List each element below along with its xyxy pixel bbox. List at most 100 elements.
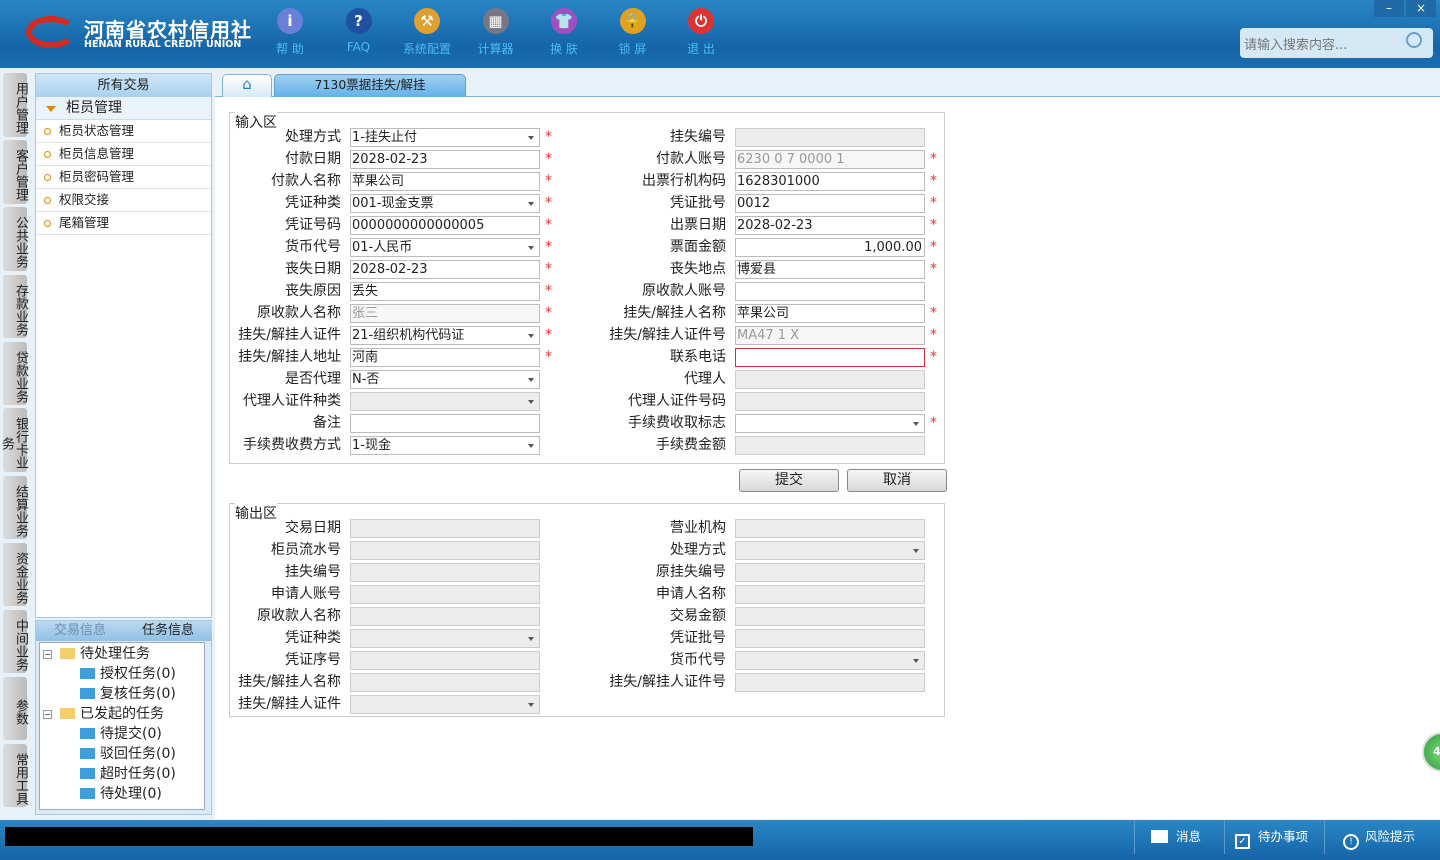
submit-button[interactable]: 提交 — [739, 469, 839, 492]
input-2-1[interactable]: 1628301000 — [735, 172, 925, 191]
side-tab[interactable]: 用户管理 — [3, 73, 28, 137]
input-1-0[interactable]: 2028-02-23 — [350, 150, 540, 169]
search-icon[interactable] — [1406, 32, 1422, 48]
side-tab[interactable]: 公共业务 — [3, 207, 28, 271]
input-7-0[interactable] — [350, 673, 540, 692]
input-7-1[interactable] — [735, 282, 925, 301]
close-button[interactable]: × — [1406, 0, 1436, 17]
input-4-1[interactable] — [735, 607, 925, 626]
input-4-0[interactable] — [350, 607, 540, 626]
select-5-0[interactable] — [350, 629, 540, 648]
messages-button[interactable]: 消息 — [1134, 820, 1224, 854]
tree-node[interactable]: 待提交(0) — [80, 724, 162, 744]
tree-node[interactable]: 复核任务(0) — [80, 684, 176, 704]
menu-item[interactable]: 尾箱管理 — [36, 212, 211, 235]
close-tab-icon[interactable]: × — [441, 75, 451, 95]
chevron-down-icon[interactable] — [528, 703, 534, 710]
tree-node-group[interactable]: − 已发起的任务 — [43, 704, 164, 724]
input-3-0[interactable] — [350, 585, 540, 604]
input-1-1[interactable]: 6230 0 7 0000 1 — [735, 150, 925, 169]
select-13-1[interactable] — [735, 414, 925, 433]
input-4-0[interactable]: 0000000000000005 — [350, 216, 540, 235]
side-tab[interactable]: 客户管理 — [3, 140, 28, 204]
tab-transaction-info[interactable]: 交易信息 — [36, 621, 124, 641]
input-2-1[interactable] — [735, 563, 925, 582]
input-7-0[interactable]: 丢失 — [350, 282, 540, 301]
input-11-1[interactable] — [735, 370, 925, 389]
select-14-0[interactable]: 1-现金 — [350, 436, 540, 455]
chevron-down-icon[interactable] — [528, 334, 534, 341]
input-14-1[interactable] — [735, 436, 925, 455]
input-2-0[interactable]: 苹果公司 — [350, 172, 540, 191]
input-4-1[interactable]: 2028-02-23 — [735, 216, 925, 235]
minimize-button[interactable]: – — [1374, 0, 1404, 17]
select-8-0[interactable] — [350, 695, 540, 714]
menu-group-teller[interactable]: 柜员管理 — [36, 97, 211, 120]
toolbar-question-button[interactable]: ? FAQ — [329, 8, 389, 54]
input-0-0[interactable] — [350, 519, 540, 538]
side-tab[interactable]: 银行卡业务 — [0, 408, 28, 472]
chevron-down-icon[interactable] — [913, 422, 919, 429]
input-6-1[interactable]: 博爱县 — [735, 260, 925, 279]
toolbar-info-button[interactable]: i 帮 助 — [260, 8, 320, 57]
input-6-0[interactable]: 2028-02-23 — [350, 260, 540, 279]
input-3-1[interactable] — [735, 585, 925, 604]
tree-node[interactable]: 待处理(0) — [80, 784, 162, 804]
chevron-down-icon[interactable] — [528, 444, 534, 451]
side-tab[interactable]: 中间业务 — [3, 610, 28, 673]
side-tab[interactable]: 资金业务 — [3, 543, 28, 606]
chevron-down-icon[interactable] — [913, 659, 919, 666]
chevron-down-icon[interactable] — [528, 400, 534, 407]
select-1-1[interactable] — [735, 541, 925, 560]
chevron-down-icon[interactable] — [913, 549, 919, 556]
collapse-icon[interactable]: − — [43, 650, 52, 659]
collapse-icon[interactable]: − — [43, 710, 52, 719]
input-10-0[interactable]: 河南 — [350, 348, 540, 367]
toolbar-power-button[interactable]: ⏻ 退 出 — [671, 8, 731, 57]
select-6-1[interactable] — [735, 651, 925, 670]
input-6-0[interactable] — [350, 651, 540, 670]
cancel-button[interactable]: 取消 — [847, 469, 947, 492]
menu-item[interactable]: 柜员状态管理 — [36, 120, 211, 143]
tree-node[interactable]: 驳回任务(0) — [80, 744, 176, 764]
input-7-1[interactable] — [735, 673, 925, 692]
search-input[interactable]: 请输入搜索内容... — [1240, 28, 1433, 58]
risk-button[interactable]: ! 风险提示 — [1324, 820, 1440, 854]
select-5-0[interactable]: 01-人民币 — [350, 238, 540, 257]
input-12-1[interactable] — [735, 392, 925, 411]
input-13-0[interactable] — [350, 414, 540, 433]
side-tab[interactable]: 贷款业务 — [3, 342, 28, 405]
toolbar-lock-button[interactable]: 🔒 锁 屏 — [603, 8, 663, 57]
chevron-down-icon[interactable] — [528, 378, 534, 385]
side-tab[interactable]: 参数 — [3, 677, 28, 740]
input-1-0[interactable] — [350, 541, 540, 560]
menu-item[interactable]: 柜员密码管理 — [36, 166, 211, 189]
select-3-0[interactable]: 001-现金支票 — [350, 194, 540, 213]
chevron-down-icon[interactable] — [528, 637, 534, 644]
todo-button[interactable]: ✓ 待办事项 — [1224, 820, 1324, 854]
tab-7130[interactable]: 7130票据挂失/解挂 × — [274, 74, 466, 98]
select-12-0[interactable] — [350, 392, 540, 411]
input-5-1[interactable] — [735, 629, 925, 648]
input-0-1[interactable] — [735, 128, 925, 147]
toolbar-shirt-button[interactable]: 👕 换 肤 — [534, 8, 594, 57]
input-10-1[interactable] — [735, 348, 925, 367]
chevron-down-icon[interactable] — [528, 202, 534, 209]
home-tab[interactable]: ⌂ — [222, 74, 272, 97]
side-tab[interactable]: 存款业务 — [3, 275, 28, 338]
chevron-down-icon[interactable] — [528, 136, 534, 143]
select-9-0[interactable]: 21-组织机构代码证 — [350, 326, 540, 345]
input-0-1[interactable] — [735, 519, 925, 538]
menu-item[interactable]: 权限交接 — [36, 189, 211, 212]
select-0-0[interactable]: 1-挂失止付 — [350, 128, 540, 147]
select-11-0[interactable]: N-否 — [350, 370, 540, 389]
toolbar-calculator-button[interactable]: ▦ 计算器 — [466, 8, 526, 57]
tree-node-group[interactable]: − 待处理任务 — [43, 644, 150, 664]
chevron-down-icon[interactable] — [528, 246, 534, 253]
tree-node[interactable]: 超时任务(0) — [80, 764, 176, 784]
input-8-1[interactable]: 苹果公司 — [735, 304, 925, 323]
menu-title[interactable]: 所有交易 — [36, 74, 211, 97]
input-9-1[interactable]: MA47 1 X — [735, 326, 925, 345]
side-tab[interactable]: 结算业务 — [3, 476, 28, 539]
tree-node[interactable]: 授权任务(0) — [80, 664, 176, 684]
